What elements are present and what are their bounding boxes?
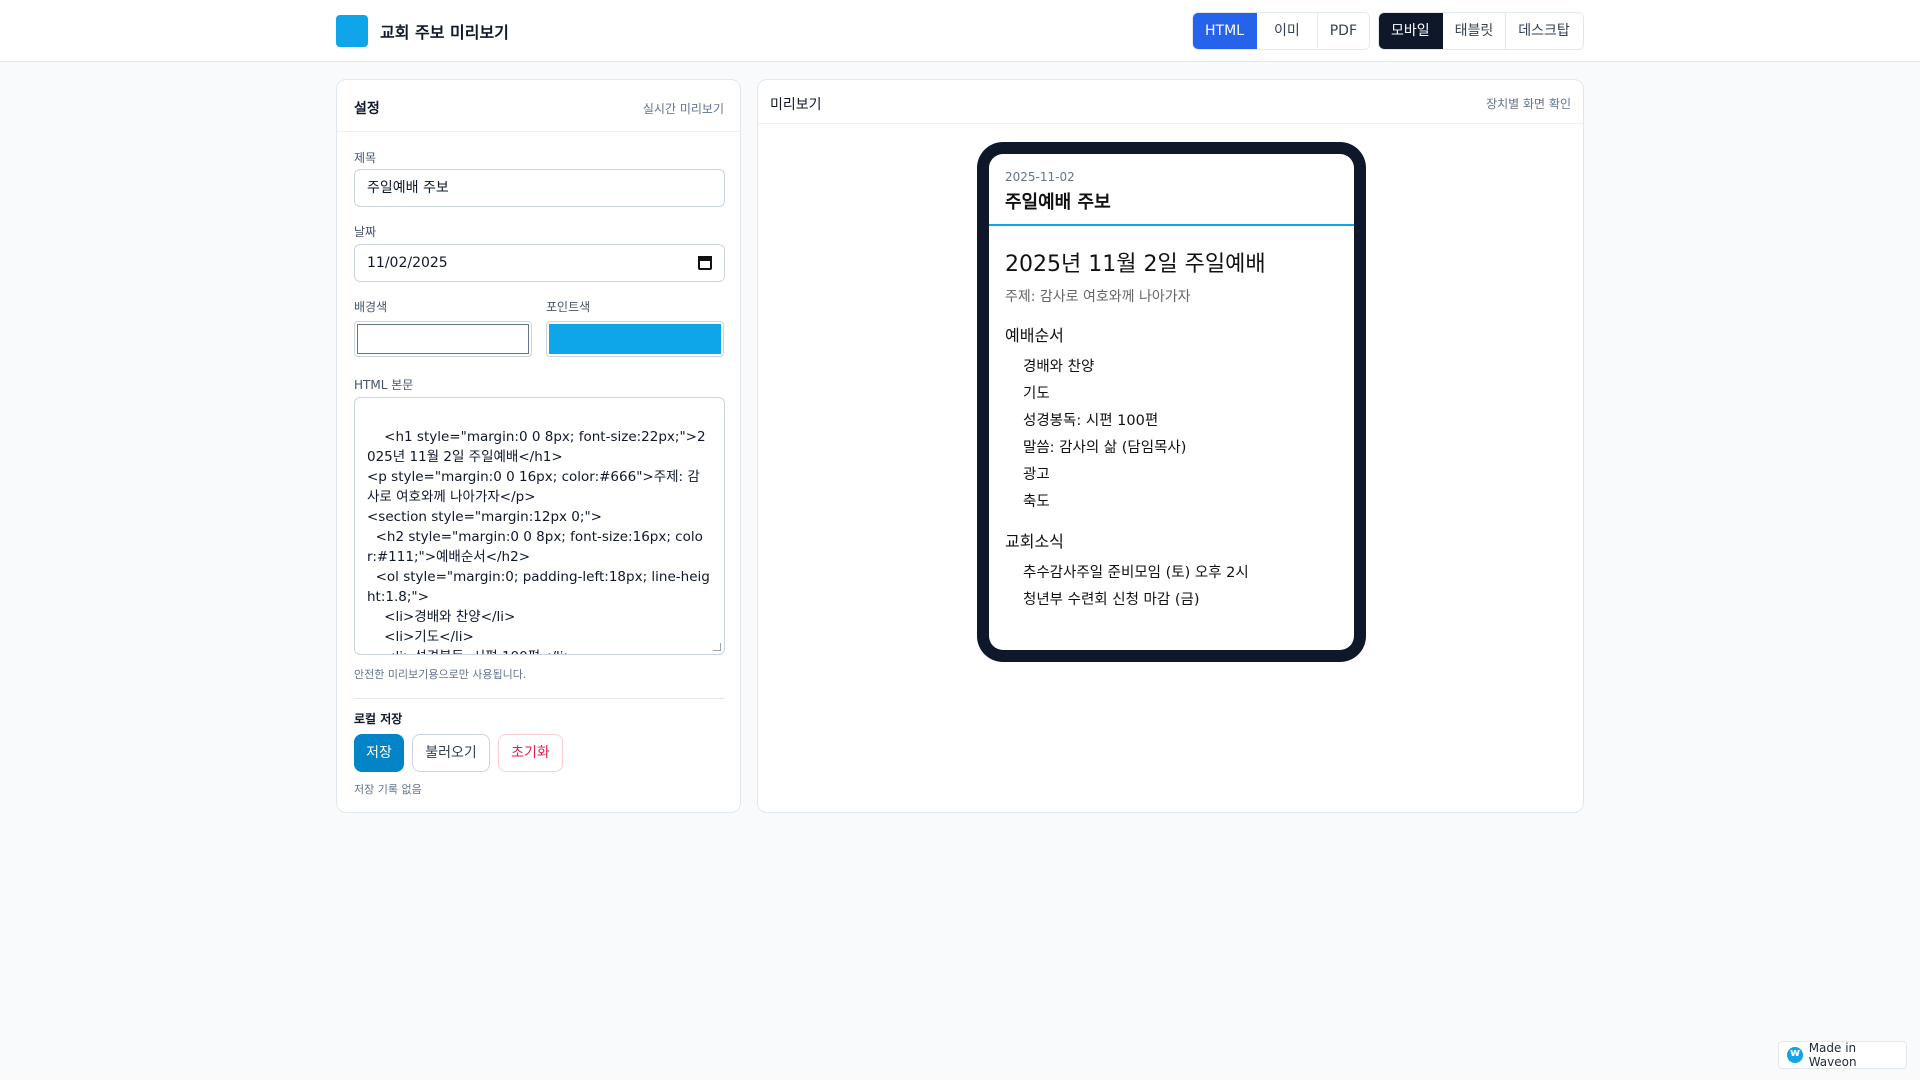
device-tablet-button[interactable]: 태블릿 bbox=[1442, 13, 1507, 49]
preview-title: 미리보기 bbox=[770, 97, 822, 113]
bulletin-date: 2025-11-02 bbox=[1005, 170, 1075, 184]
load-button[interactable]: 불러오기 bbox=[412, 734, 490, 772]
list-item: 축도 bbox=[1023, 494, 1050, 510]
accent-color-label: 포인트색 bbox=[546, 300, 591, 314]
html-label: HTML 본문 bbox=[354, 378, 414, 392]
mobile-device-frame: 2025-11-02 주일예배 주보 2025년 11월 2일 주일예배 주제:… bbox=[977, 142, 1366, 662]
list-item: 청년부 수련회 신청 마감 (금) bbox=[1023, 592, 1200, 608]
list-item: 경배와 찬양 bbox=[1023, 359, 1095, 375]
save-button[interactable]: 저장 bbox=[354, 734, 404, 772]
bulletin-theme: 주제: 감사로 여호와께 나아가자 bbox=[1005, 289, 1191, 305]
waveon-logo-icon bbox=[1787, 1046, 1803, 1063]
html-note: 안전한 미리보기용으로만 사용됩니다. bbox=[354, 668, 527, 681]
list-item: 기도 bbox=[1023, 386, 1050, 402]
device-toggle: 모바일 태블릿 데스크탑 bbox=[1378, 12, 1584, 50]
html-textarea[interactable]: <h1 style="margin:0 0 8px; font-size:22p… bbox=[354, 397, 725, 655]
brand-logo-icon bbox=[336, 15, 368, 47]
bulletin-title: 주일예배 주보 bbox=[1005, 192, 1111, 213]
device-desktop-button[interactable]: 데스크탑 bbox=[1506, 13, 1582, 49]
title-input[interactable]: 주일예배 주보 bbox=[354, 169, 725, 207]
bulletin-header: 2025-11-02 주일예배 주보 bbox=[989, 154, 1354, 226]
list-item: 추수감사주일 준비모임 (토) 오후 2시 bbox=[1023, 565, 1249, 581]
date-value: 11/02/2025 bbox=[367, 255, 448, 271]
divider bbox=[354, 698, 725, 699]
date-label: 날짜 bbox=[354, 225, 377, 239]
brand: 교회 주보 미리보기 bbox=[336, 15, 509, 47]
storage-label: 로컬 저장 bbox=[354, 712, 403, 726]
preview-header: 미리보기 장치별 화면 확인 bbox=[758, 80, 1583, 124]
settings-hint: 실시간 미리보기 bbox=[642, 102, 724, 116]
bg-color-label: 배경색 bbox=[354, 300, 388, 314]
bulletin-body: 2025년 11월 2일 주일예배 주제: 감사로 여호와께 나아가자 예배순서… bbox=[989, 226, 1354, 614]
format-image-button[interactable]: 이미지 bbox=[1256, 13, 1318, 49]
list-item: 광고 bbox=[1023, 467, 1050, 483]
list-item: 말씀: 감사의 삶 (담임목사) bbox=[1023, 440, 1187, 456]
news-section: 교회소식 추수감사주일 준비모임 (토) 오후 2시 청년부 수련회 신청 마감… bbox=[1005, 528, 1338, 614]
html-source: <h1 style="margin:0 0 8px; font-size:22p… bbox=[367, 429, 710, 654]
app-title: 교회 주보 미리보기 bbox=[380, 23, 509, 42]
bg-color-swatch bbox=[357, 324, 529, 354]
preview-panel: 미리보기 장치별 화면 확인 2025-11-02 주일예배 주보 2025년 … bbox=[757, 79, 1584, 813]
title-label: 제목 bbox=[354, 151, 377, 165]
settings-panel: 설정 실시간 미리보기 제목 주일예배 주보 날짜 11/02/2025 배경색… bbox=[336, 79, 741, 813]
order-heading: 예배순서 bbox=[1005, 326, 1064, 345]
list-item: 성경봉독: 시편 100편 bbox=[1023, 413, 1159, 429]
date-input[interactable]: 11/02/2025 bbox=[354, 244, 725, 282]
device-screen: 2025-11-02 주일예배 주보 2025년 11월 2일 주일예배 주제:… bbox=[989, 154, 1354, 650]
settings-header: 설정 실시간 미리보기 bbox=[337, 80, 740, 132]
bg-color-picker[interactable] bbox=[354, 321, 532, 357]
accent-color-picker[interactable] bbox=[546, 321, 724, 357]
news-heading: 교회소식 bbox=[1005, 532, 1064, 551]
calendar-icon[interactable] bbox=[698, 256, 712, 270]
top-header: 교회 주보 미리보기 HTML 이미지 PDF 모바일 태블릿 데스크탑 bbox=[0, 0, 1920, 62]
badge-label: Made in Waveon bbox=[1808, 1041, 1857, 1069]
device-mobile-button[interactable]: 모바일 bbox=[1379, 13, 1443, 49]
order-section: 예배순서 경배와 찬양 기도 성경봉독: 시편 100편 말씀: 감사의 삶 (… bbox=[1005, 322, 1338, 516]
settings-title: 설정 bbox=[354, 101, 380, 117]
news-list: 추수감사주일 준비모임 (토) 오후 2시 청년부 수련회 신청 마감 (금) bbox=[1005, 560, 1338, 614]
bulletin-heading: 2025년 11월 2일 주일예배 bbox=[1005, 252, 1266, 277]
accent-color-swatch bbox=[549, 324, 721, 354]
format-pdf-button[interactable]: PDF bbox=[1317, 13, 1369, 49]
reset-button[interactable]: 초기화 bbox=[498, 734, 563, 772]
order-list: 경배와 찬양 기도 성경봉독: 시편 100편 말씀: 감사의 삶 (담임목사)… bbox=[1005, 354, 1338, 516]
resize-handle-icon[interactable] bbox=[713, 643, 721, 651]
format-toggle: HTML 이미지 PDF bbox=[1192, 12, 1370, 50]
preview-hint: 장치별 화면 확인 bbox=[1486, 97, 1571, 111]
storage-status: 저장 기록 없음 bbox=[354, 783, 422, 796]
format-html-button[interactable]: HTML bbox=[1193, 13, 1257, 49]
made-in-waveon-badge[interactable]: Made in Waveon bbox=[1778, 1041, 1907, 1069]
